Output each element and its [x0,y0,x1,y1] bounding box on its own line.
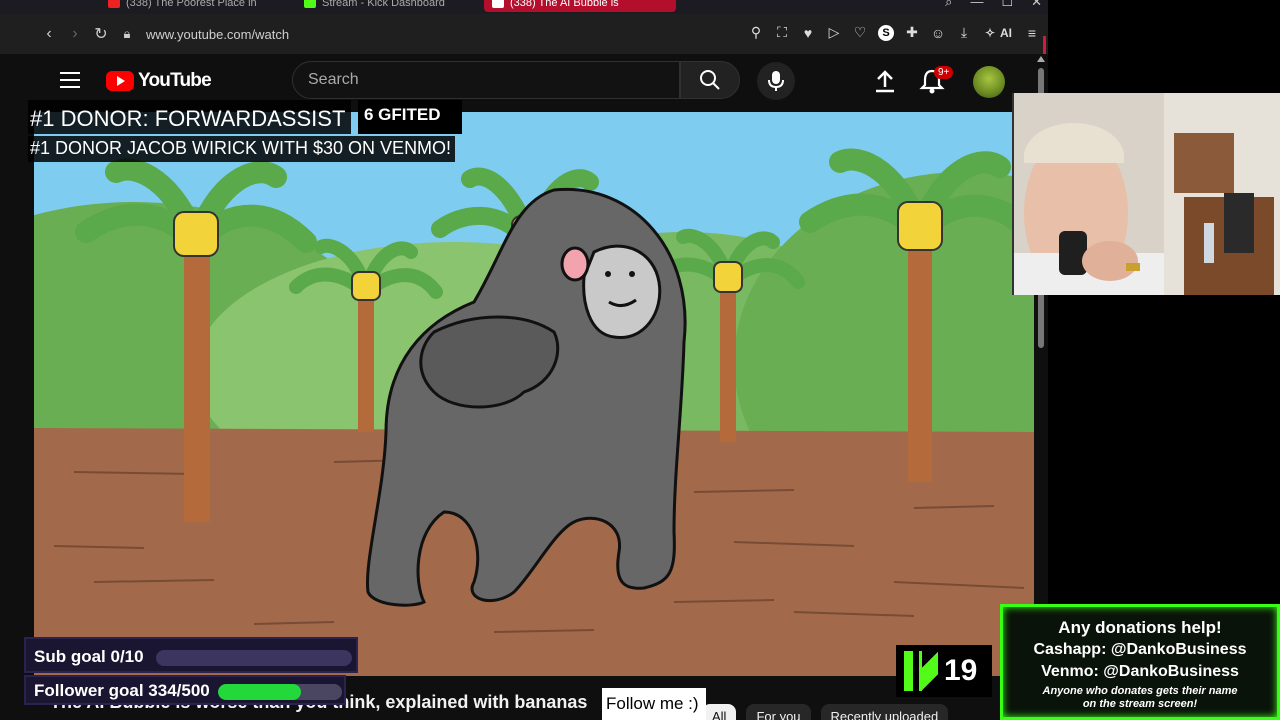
gifted-count-text: 6 GFITED [358,100,462,134]
cashapp-handle: Cashapp: @DankoBusiness [1033,641,1247,658]
search-tabs-icon[interactable]: ⌕ [945,0,952,10]
microphone-icon [768,71,784,91]
pin-icon[interactable]: ⚲ [748,24,764,41]
tab-label: (338) The AI Bubble is [510,0,619,9]
speaker-icon [492,0,504,8]
webcam-feed [1012,93,1280,295]
sub-goal-progress-bar [156,650,352,666]
lock-icon[interactable]: 🔒︎ [114,26,140,42]
download-icon[interactable]: ⤓ [956,24,972,41]
youtube-logo[interactable]: YouTube [106,70,212,92]
back-icon[interactable]: ‹ [36,25,62,43]
send-icon[interactable]: ▷ [826,24,842,41]
chip-recently-uploaded[interactable]: Recently uploaded [820,704,949,720]
extension-toolbar: ⚲ ⛶ ♥ ▷ ♡ S ✚ ☺ ⤓ ✧ AI ≡ [748,24,1040,41]
account-icon[interactable]: ☺ [930,25,946,41]
kick-viewer-count: 19 [896,645,992,697]
chip-all[interactable]: All [702,704,737,720]
youtube-favicon-icon [108,0,120,8]
follow-me-label: Follow me :) [602,688,706,720]
window-controls: ⌕ — ☐ ✕ [945,0,1042,10]
kick-logo-icon [904,651,938,691]
streamer-webcam-image [1014,93,1280,295]
ai-label: AI [1000,25,1012,40]
follower-goal-progress-bar [218,684,342,700]
related-filter-chips: All For you Recently uploaded [702,704,949,720]
top-donor-overlay: #1 DONOR: FORWARDASSIST 6 GFITED #1 DONO… [28,100,468,162]
tab-ai-bubble[interactable]: (338) The AI Bubble is [484,0,676,12]
search-input[interactable]: Search [292,61,680,99]
video-frame-gorilla-cartoon [34,112,1034,676]
search-icon [700,70,720,90]
donation-note-line1: Anyone who donates gets their name [1042,685,1238,697]
screenshot-icon[interactable]: ⛶ [774,24,790,41]
venmo-handle: Venmo: @DankoBusiness [1041,663,1239,680]
extensions-icon[interactable]: ✚ [904,24,920,41]
pocket-icon[interactable]: ♥ [800,25,816,41]
follower-goal-label: Follower goal 334/500 [34,681,210,700]
tab-kick-dashboard[interactable]: Stream - Kick Dashboard [296,0,453,12]
viewer-count: 19 [944,654,978,687]
tab-bar: (338) The Poorest Place in Stream - Kick… [0,0,1048,14]
scroll-up-icon[interactable] [1037,56,1045,62]
youtube-wordmark: YouTube [138,70,212,91]
wand-icon: ✧ [984,25,996,40]
account-avatar[interactable] [973,66,1005,98]
chip-for-you[interactable]: For you [746,704,811,720]
reload-icon[interactable]: ↻ [88,24,114,44]
video-player[interactable] [34,112,1034,676]
stream-frame: (338) The Poorest Place in Stream - Kick… [0,0,1280,720]
top-donor-text: #1 DONOR: FORWARDASSIST [28,100,352,134]
ai-button[interactable]: ✧ AI [982,26,1014,40]
address-bar: ‹ › ↻ 🔒︎ www.youtube.com/watch ⚲ ⛶ ♥ ▷ ♡… [0,14,1048,58]
url-field[interactable]: www.youtube.com/watch [146,27,289,42]
maximize-icon[interactable]: ☐ [1001,0,1013,10]
youtube-play-icon [106,71,134,91]
heart-icon[interactable]: ♡ [852,24,868,41]
donation-note-line2: on the stream screen! [1082,698,1198,710]
donation-panel: Any donations help! Cashapp: @DankoBusin… [1000,604,1280,720]
donation-headline: Any donations help! [1058,618,1222,637]
wallet-icon[interactable]: S [878,24,894,41]
sub-goal-label: Sub goal 0/10 [34,647,144,666]
tab-poorest-place[interactable]: (338) The Poorest Place in [100,0,265,12]
follower-goal: Follower goal 334/500 [24,675,346,705]
notification-badge: 9+ [934,66,954,79]
follower-goal-progress-fill [218,684,301,700]
kick-favicon-icon [304,0,316,8]
close-window-icon[interactable]: ✕ [1031,0,1042,10]
upload-icon[interactable] [872,68,898,94]
venmo-donor-text: #1 DONOR JACOB WIRICK WITH $30 ON VENMO! [28,136,456,162]
minimize-icon[interactable]: — [970,0,983,10]
search-button[interactable] [680,61,740,99]
forward-icon[interactable]: › [62,25,88,43]
sub-goal: Sub goal 0/10 [24,637,358,673]
tab-label: (338) The Poorest Place in [126,0,257,9]
stream-goals: Sub goal 0/10 Follower goal 334/500 [24,637,358,705]
tab-label: Stream - Kick Dashboard [322,0,445,9]
voice-search-button[interactable] [757,62,795,100]
menu-icon[interactable]: ≡ [1024,25,1040,41]
hamburger-menu-icon[interactable] [60,72,80,88]
